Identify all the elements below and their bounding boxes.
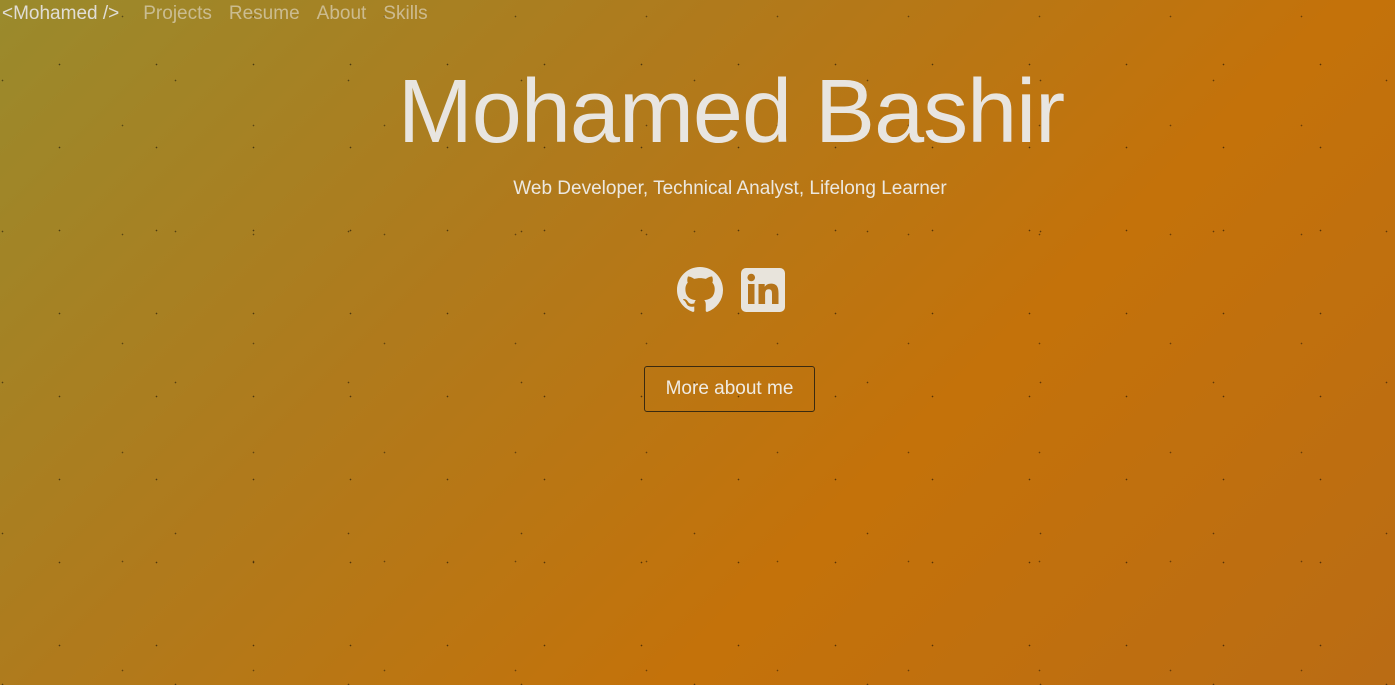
hero-subtitle: Web Developer, Technical Analyst, Lifelo…: [513, 178, 947, 199]
nav-link-resume[interactable]: Resume: [229, 3, 300, 25]
linkedin-icon: [741, 268, 785, 312]
nav-link-projects[interactable]: Projects: [143, 3, 212, 25]
github-link[interactable]: [677, 267, 723, 313]
navbar: <Mohamed /> Projects Resume About Skills: [0, 0, 445, 28]
brand-logo[interactable]: <Mohamed />: [2, 3, 119, 25]
social-links: [677, 267, 786, 313]
nav-link-skills[interactable]: Skills: [383, 3, 427, 25]
linkedin-link[interactable]: [740, 267, 786, 313]
github-icon: [677, 267, 723, 312]
nav-link-about[interactable]: About: [317, 3, 367, 25]
more-about-me-button[interactable]: More about me: [644, 366, 815, 412]
hero-title: Mohamed Bashir: [397, 62, 1065, 162]
